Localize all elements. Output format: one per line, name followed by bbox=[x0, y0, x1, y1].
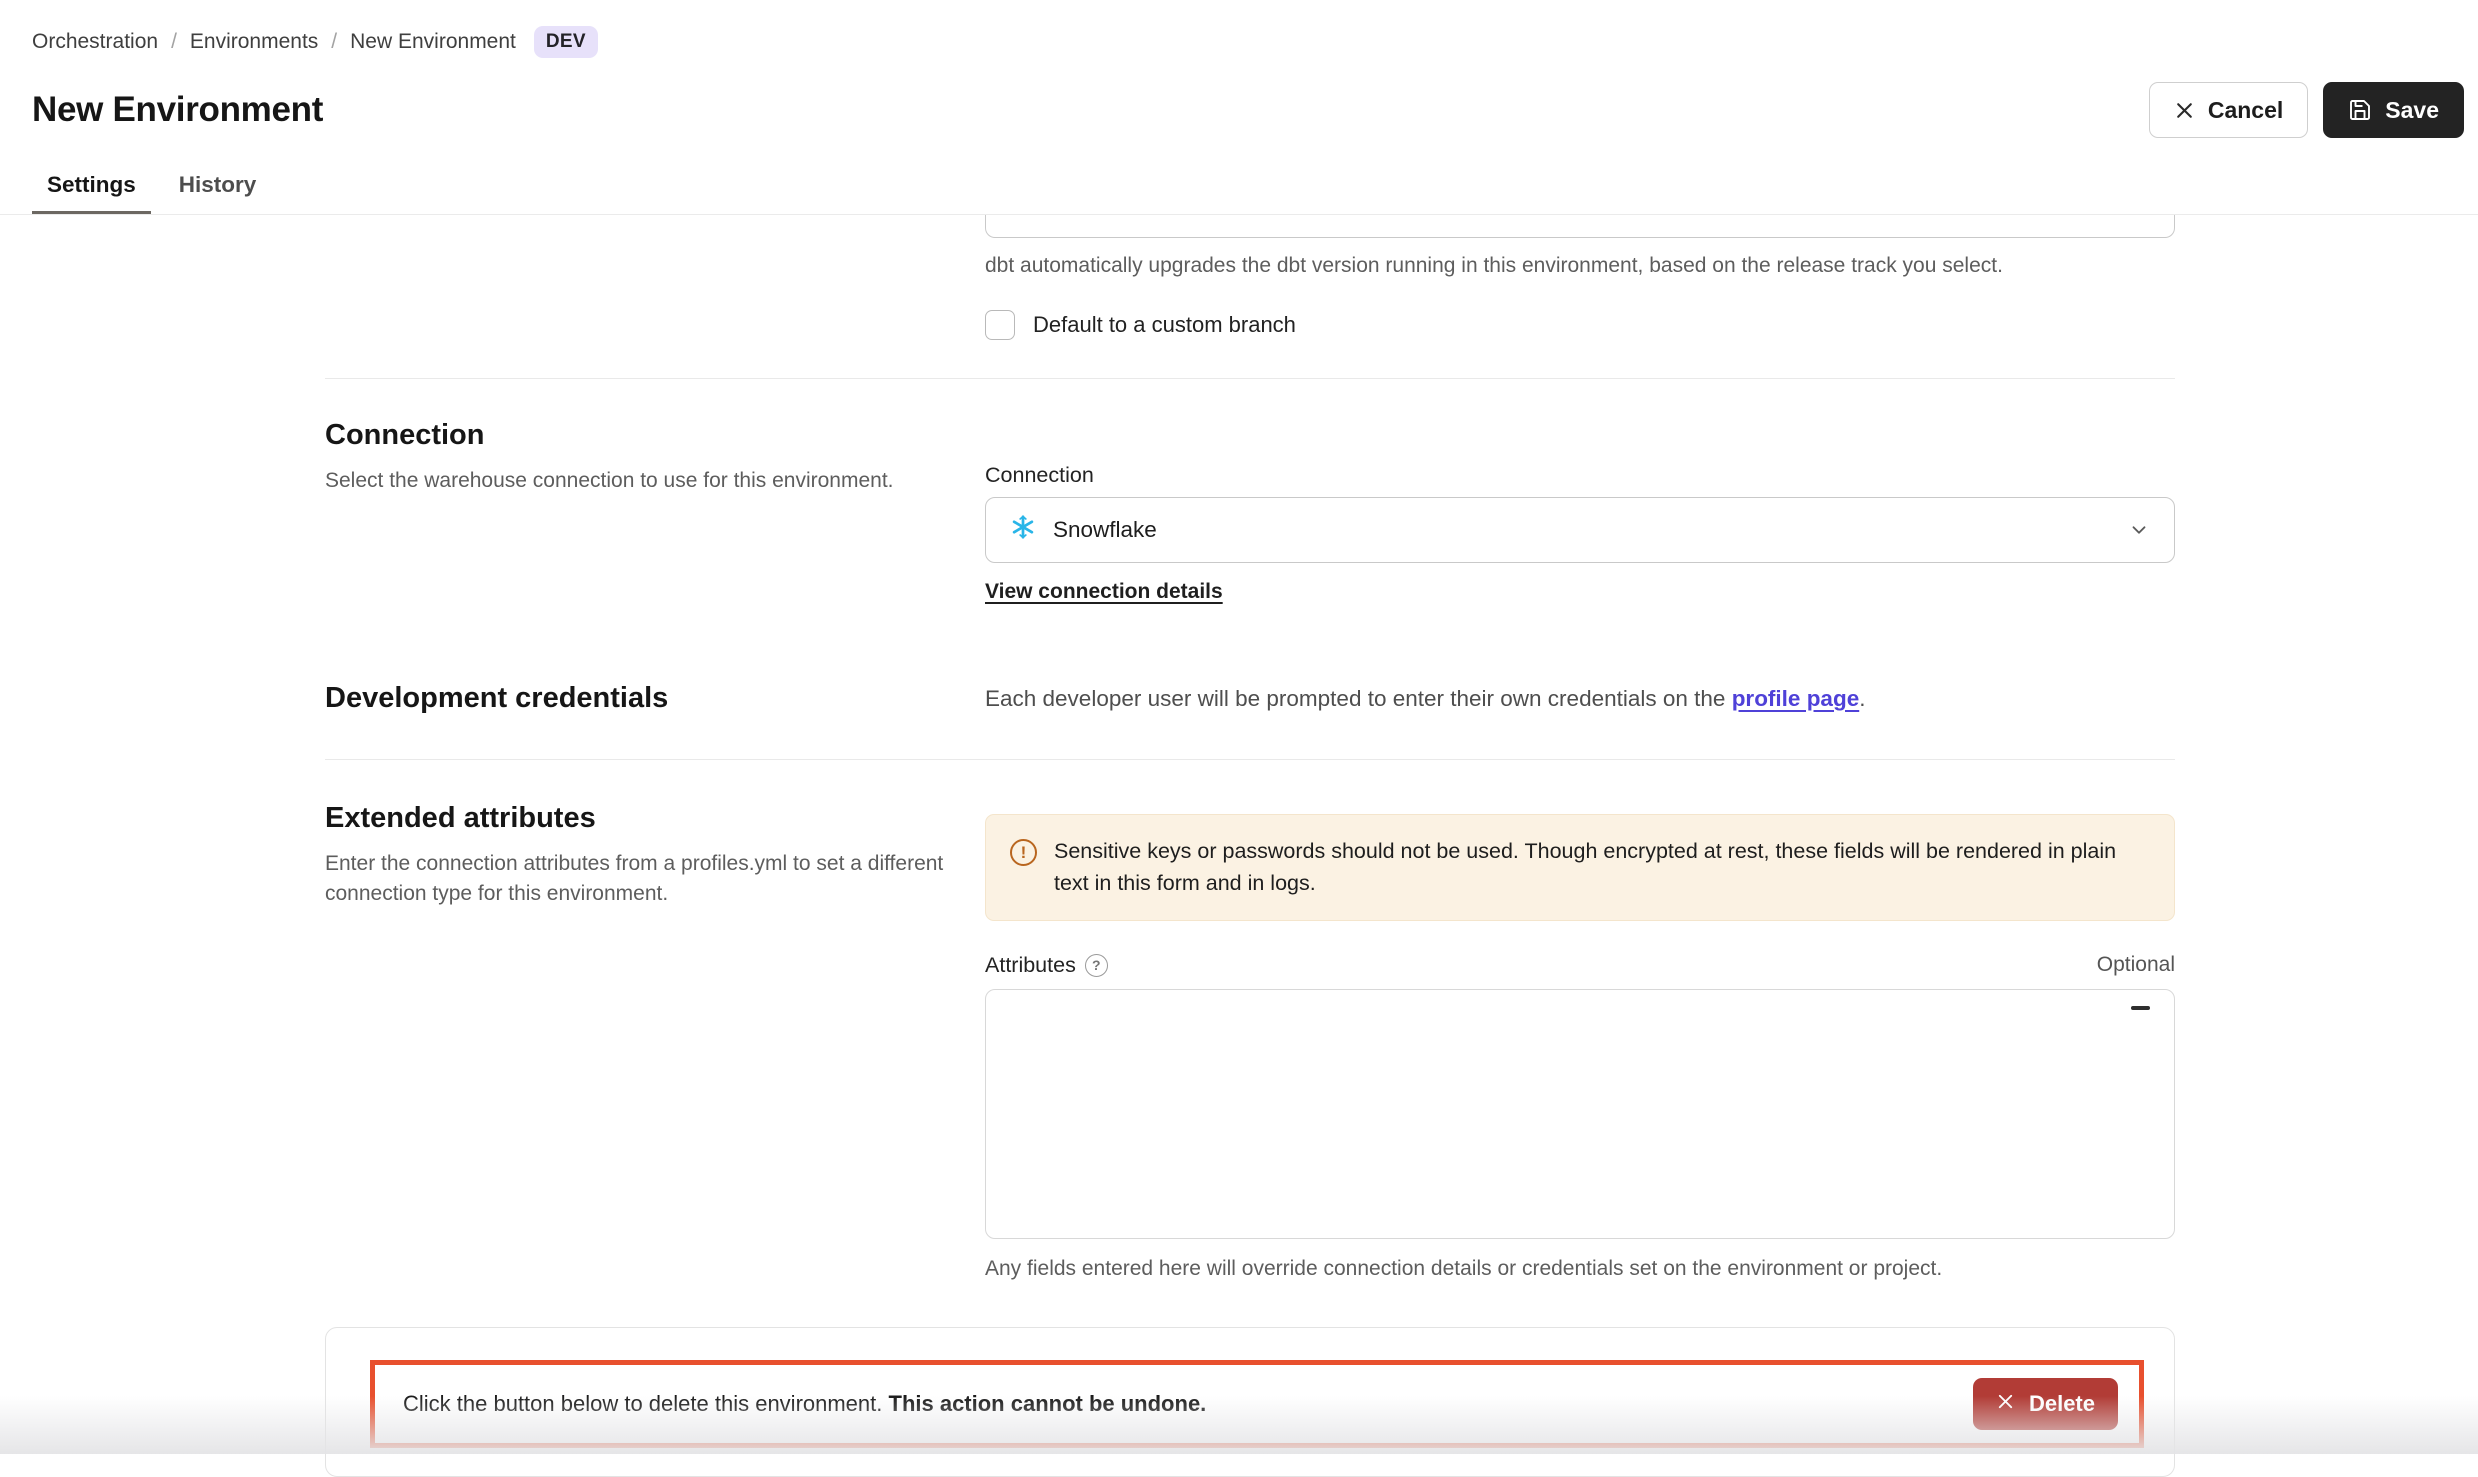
top-bar: Orchestration / Environments / New Envir… bbox=[0, 0, 2478, 138]
snowflake-icon bbox=[1010, 514, 1036, 546]
delete-button[interactable]: Delete bbox=[1973, 1378, 2118, 1430]
custom-branch-checkbox[interactable] bbox=[985, 310, 1015, 340]
delete-message-text: Click the button below to delete this en… bbox=[403, 1391, 889, 1416]
save-button[interactable]: Save bbox=[2323, 82, 2464, 138]
section-divider bbox=[325, 759, 2175, 760]
x-icon bbox=[2174, 100, 2195, 121]
attributes-field-label: Attributes bbox=[985, 953, 1076, 978]
delete-environment-box: Click the button below to delete this en… bbox=[370, 1360, 2144, 1448]
breadcrumb-separator: / bbox=[171, 30, 177, 54]
custom-branch-row: Default to a custom branch bbox=[985, 310, 2175, 340]
question-circle-icon[interactable]: ? bbox=[1085, 954, 1108, 977]
alert-circle-icon: ! bbox=[1010, 839, 1037, 866]
sensitive-keys-warning: ! Sensitive keys or passwords should not… bbox=[985, 814, 2175, 921]
header-actions: Cancel Save bbox=[2149, 82, 2464, 138]
delete-environment-message: Click the button below to delete this en… bbox=[403, 1391, 1206, 1417]
attributes-helper: Any fields entered here will override co… bbox=[985, 1257, 2175, 1281]
connection-section-description: Select the warehouse connection to use f… bbox=[325, 466, 945, 496]
tab-bar: Settings History bbox=[0, 160, 2478, 215]
environment-type-badge: DEV bbox=[534, 26, 598, 58]
cancel-button[interactable]: Cancel bbox=[2149, 82, 2308, 138]
cancel-button-label: Cancel bbox=[2208, 97, 2283, 124]
x-icon bbox=[1996, 1391, 2015, 1417]
development-credentials-title: Development credentials bbox=[325, 682, 985, 715]
custom-branch-label[interactable]: Default to a custom branch bbox=[1033, 312, 1296, 338]
connection-select[interactable]: Snowflake bbox=[985, 497, 2175, 563]
attributes-label-row: Attributes ? Optional bbox=[985, 953, 2175, 978]
delete-message-warning: This action cannot be undone. bbox=[889, 1391, 1207, 1416]
breadcrumb-separator: / bbox=[331, 30, 337, 54]
danger-zone-card: Click the button below to delete this en… bbox=[325, 1327, 2175, 1477]
tab-history[interactable]: History bbox=[164, 160, 272, 214]
development-credentials-section: Development credentials Each developer u… bbox=[325, 682, 2175, 715]
breadcrumb-new-environment[interactable]: New Environment bbox=[350, 30, 516, 54]
tab-settings[interactable]: Settings bbox=[32, 160, 151, 214]
breadcrumb-environments[interactable]: Environments bbox=[190, 30, 318, 54]
save-button-label: Save bbox=[2385, 97, 2439, 124]
dev-credentials-text: Each developer user will be prompted to … bbox=[985, 686, 1732, 711]
development-credentials-description: Each developer user will be prompted to … bbox=[985, 686, 2175, 712]
view-connection-details-link[interactable]: View connection details bbox=[985, 580, 1223, 604]
connection-field-label: Connection bbox=[985, 463, 2175, 488]
profile-page-link[interactable]: profile page bbox=[1732, 686, 1860, 711]
extended-attributes-title: Extended attributes bbox=[325, 802, 985, 835]
extended-attributes-section: Extended attributes Enter the connection… bbox=[325, 802, 2175, 1281]
delete-button-label: Delete bbox=[2029, 1391, 2095, 1417]
connection-section: Connection Select the warehouse connecti… bbox=[325, 419, 2175, 604]
page-header: New Environment Cancel Save bbox=[32, 82, 2464, 138]
settings-form: dbt automatically upgrades the dbt versi… bbox=[325, 215, 2175, 1477]
floppy-disk-icon bbox=[2348, 98, 2372, 122]
dev-credentials-text-suffix: . bbox=[1859, 686, 1865, 711]
breadcrumb-orchestration[interactable]: Orchestration bbox=[32, 30, 158, 54]
extended-attributes-description: Enter the connection attributes from a p… bbox=[325, 849, 945, 910]
attributes-editor[interactable] bbox=[985, 989, 2175, 1239]
warning-text: Sensitive keys or passwords should not b… bbox=[1054, 835, 2150, 900]
chevron-down-icon bbox=[2128, 519, 2150, 541]
connection-section-title: Connection bbox=[325, 419, 985, 452]
connection-selected-value: Snowflake bbox=[1053, 517, 1157, 543]
release-track-helper: dbt automatically upgrades the dbt versi… bbox=[985, 254, 2175, 278]
breadcrumb: Orchestration / Environments / New Envir… bbox=[32, 26, 2464, 58]
optional-label: Optional bbox=[2097, 953, 2175, 977]
release-track-input-partial[interactable] bbox=[985, 215, 2175, 238]
collapse-minus-icon[interactable] bbox=[2131, 1006, 2150, 1010]
page-title: New Environment bbox=[32, 90, 323, 130]
section-divider bbox=[325, 378, 2175, 379]
release-track-row: dbt automatically upgrades the dbt versi… bbox=[325, 215, 2175, 340]
